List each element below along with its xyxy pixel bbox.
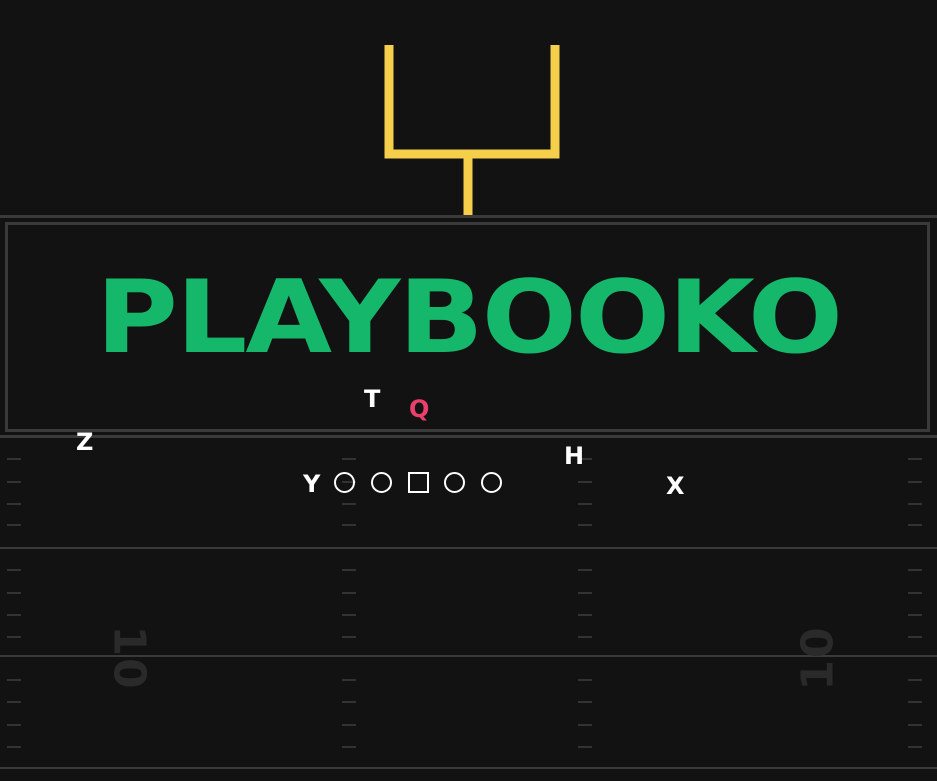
hash-mark [578,503,592,505]
hash-mark [342,524,356,526]
hash-mark [342,724,356,726]
hash-mark [578,636,592,638]
yard-line [0,767,937,769]
hash-mark [578,524,592,526]
hash-mark [908,746,922,748]
hash-mark [342,614,356,616]
player-t: T [364,385,381,413]
hash-mark [578,592,592,594]
hash-mark [578,701,592,703]
hash-mark [908,458,922,460]
hash-mark [342,592,356,594]
hash-mark [342,569,356,571]
hash-mark [7,614,21,616]
hash-mark [7,458,21,460]
hash-mark [7,636,21,638]
player-y: Y [303,470,321,498]
yard-number-left: 10 [103,625,155,691]
hash-mark [342,636,356,638]
hash-mark [7,701,21,703]
hash-mark [908,724,922,726]
hash-mark [908,503,922,505]
hash-mark [7,524,21,526]
yard-number-right: 10 [792,625,844,691]
hash-mark [578,724,592,726]
goalpost-icon [384,45,560,216]
hash-mark [578,569,592,571]
lineman-circle [481,472,502,493]
hash-mark [7,746,21,748]
hash-mark [908,481,922,483]
hash-mark [578,614,592,616]
hash-mark [908,569,922,571]
lineman-circle [371,472,392,493]
hash-mark [7,481,21,483]
playbook-graphic: 10 10 PLAYBOOKO T Q Z H Y X [0,0,937,781]
hash-mark [578,481,592,483]
hash-mark [7,503,21,505]
player-z: Z [76,428,94,456]
hash-mark [908,614,922,616]
hash-mark [908,524,922,526]
lineman-circle [444,472,465,493]
hash-mark [908,636,922,638]
hash-mark [342,503,356,505]
brand-title: PLAYBOOKO [95,259,843,377]
hash-mark [908,592,922,594]
hash-mark [7,679,21,681]
player-q: Q [409,395,430,423]
hash-mark [342,701,356,703]
hash-mark [342,679,356,681]
player-x: X [666,472,685,500]
hash-mark [7,569,21,571]
hash-mark [908,701,922,703]
center-square [408,472,429,493]
hash-mark [7,592,21,594]
lineman-circle [334,472,355,493]
hash-mark [342,458,356,460]
hash-mark [342,746,356,748]
yard-line [0,547,937,549]
hash-mark [7,724,21,726]
player-h: H [564,442,585,470]
hash-mark [578,746,592,748]
hash-mark [908,679,922,681]
hash-mark [578,679,592,681]
